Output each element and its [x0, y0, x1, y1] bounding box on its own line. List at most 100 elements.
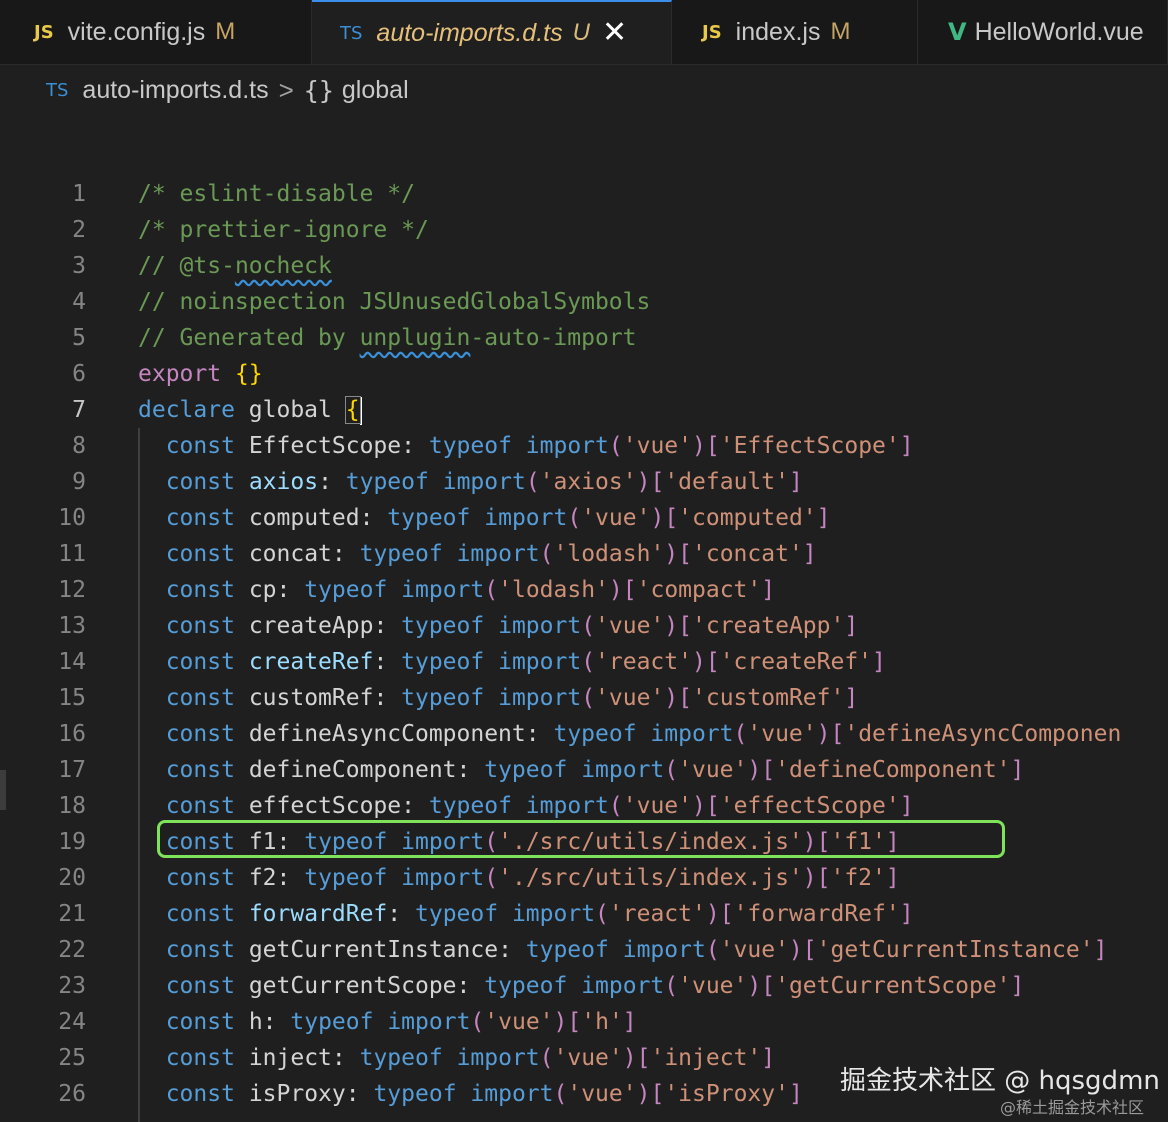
paren: ( — [608, 433, 623, 459]
identifier: axios — [248, 469, 319, 495]
paren: ) — [608, 577, 623, 603]
breadcrumb-symbol[interactable]: global — [342, 76, 409, 105]
tab-auto-imports[interactable]: TS auto-imports.d.ts U ✕ — [312, 0, 672, 64]
identifier: f2 — [248, 865, 277, 891]
code-text: const EffectScope: typeof import('vue')[… — [138, 428, 914, 464]
code-line: 4 // noinspection JSUnusedGlobalSymbols — [0, 284, 1168, 320]
line-number: 7 — [72, 397, 86, 423]
brace: { — [344, 396, 361, 424]
keyword: import — [622, 937, 706, 963]
close-icon[interactable]: ✕ — [602, 18, 627, 48]
string: './src/utils/index.js' — [498, 829, 803, 855]
paren: ( — [567, 505, 582, 531]
paren: ) — [692, 793, 706, 819]
bracket: ] — [761, 577, 776, 603]
line-number: 5 — [72, 325, 86, 351]
punctuation: : — [276, 577, 305, 603]
keyword: typeof — [401, 613, 485, 639]
string: 'defineComponent' — [775, 757, 1011, 783]
line-number: 4 — [72, 289, 86, 315]
brace: {} — [234, 361, 263, 387]
paren: ) — [664, 541, 679, 567]
paren: ) — [622, 1045, 637, 1071]
line-number: 20 — [58, 865, 86, 891]
keyword: typeof — [484, 757, 568, 783]
code-line: 12 const cp: typeof import('lodash')['co… — [0, 572, 1168, 608]
keyword: const — [165, 1081, 235, 1107]
code-line: 15 const customRef: typeof import('vue')… — [0, 680, 1168, 716]
vue-file-icon: V — [948, 18, 967, 46]
code-line: 17 const defineComponent: typeof import(… — [0, 752, 1168, 788]
tab-label: index.js — [735, 17, 821, 46]
code-text: const inject: typeof import('vue')['inje… — [138, 1040, 775, 1076]
code-text: const axios: typeof import('axios')['def… — [138, 464, 803, 500]
keyword: typeof — [525, 937, 609, 963]
code-line: 23 const getCurrentScope: typeof import(… — [0, 968, 1168, 1004]
paren: ) — [747, 757, 762, 783]
code-line: 10 const computed: typeof import('vue')[… — [0, 500, 1168, 536]
bracket: ] — [844, 613, 859, 639]
string: 'lodash' — [498, 577, 609, 603]
paren: ( — [539, 541, 554, 567]
bracket: [ — [816, 829, 831, 855]
paren: ( — [470, 1009, 485, 1035]
tab-vite-config[interactable]: JS vite.config.js M — [0, 0, 312, 64]
string: 'vue' — [719, 937, 789, 963]
line-number: 9 — [72, 469, 86, 495]
typescript-file-icon: TS — [46, 79, 69, 101]
bracket: ] — [899, 433, 914, 459]
tab-helloworld-vue[interactable]: V HelloWorld.vue — [918, 0, 1168, 64]
code-text: const f1: typeof import('./src/utils/ind… — [138, 824, 900, 860]
breadcrumb-file[interactable]: auto-imports.d.ts — [82, 76, 268, 105]
string: 'f1' — [830, 829, 886, 855]
paren: ) — [802, 829, 817, 855]
keyword: const — [165, 973, 235, 999]
namespace-icon: {} — [303, 75, 334, 105]
bracket: ] — [899, 901, 914, 927]
string: 'computed' — [678, 505, 817, 531]
code-text: /* eslint-disable */ — [138, 176, 415, 212]
string: 'EffectScope' — [719, 433, 900, 459]
tab-index-js[interactable]: JS index.js M — [672, 0, 918, 64]
tab-label: auto-imports.d.ts — [376, 18, 563, 47]
bracket: [ — [705, 433, 720, 459]
paren: ( — [581, 649, 596, 675]
code-text: const getCurrentScope: typeof import('vu… — [138, 968, 1025, 1004]
code-line: 16 const defineAsyncComponent: typeof im… — [0, 716, 1168, 752]
keyword: import — [401, 829, 485, 855]
string: 'createApp' — [692, 613, 845, 639]
keyword: typeof — [428, 793, 512, 819]
keyword: const — [165, 793, 235, 819]
keyword: const — [165, 541, 235, 567]
string: 'vue' — [678, 973, 748, 999]
line-number: 3 — [72, 253, 86, 279]
string: 'defineAsyncComponen — [844, 721, 1122, 747]
line-number: 8 — [72, 433, 86, 459]
paren: ( — [595, 901, 609, 927]
code-line: 18 const effectScope: typeof import('vue… — [0, 788, 1168, 824]
code-text: const forwardRef: typeof import('react')… — [138, 896, 914, 932]
keyword: typeof — [373, 1081, 457, 1107]
paren: ) — [705, 901, 720, 927]
paren: ) — [664, 613, 679, 639]
identifier: effectScope — [248, 793, 402, 819]
bracket: [ — [622, 577, 637, 603]
bracket: [ — [664, 505, 679, 531]
string: 'compact' — [636, 577, 762, 603]
punctuation: : — [373, 649, 402, 675]
code-editor[interactable]: 1 /* eslint-disable */ 2 /* prettier-ignore… — [0, 176, 1168, 1122]
code-text: /* prettier-ignore */ — [138, 212, 429, 248]
paren: ( — [608, 793, 623, 819]
watermark: 掘金技术社区 @ hqsgdmn — [840, 1066, 1160, 1096]
